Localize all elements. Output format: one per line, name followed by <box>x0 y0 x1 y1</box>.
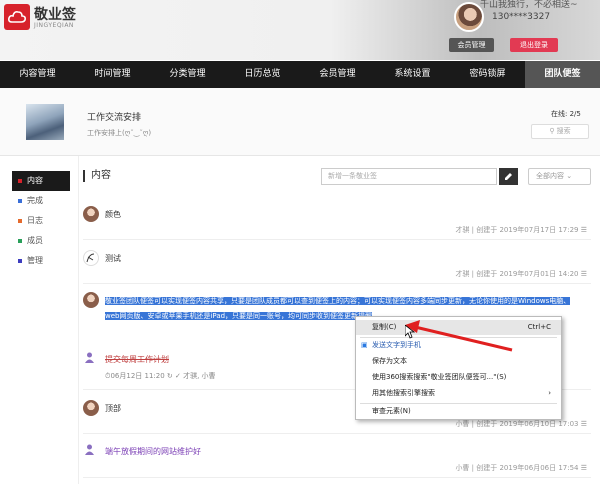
cursor-icon <box>405 325 415 339</box>
red-arrow-annotation <box>405 320 513 352</box>
